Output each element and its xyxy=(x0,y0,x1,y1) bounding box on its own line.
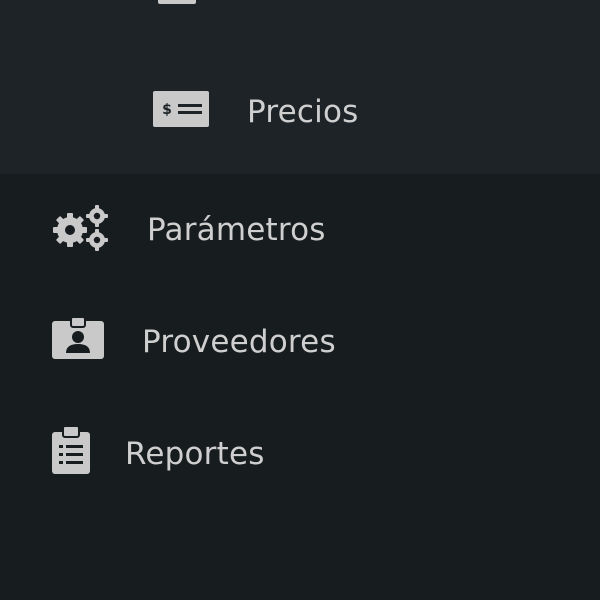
sidebar-item-label: Reportes xyxy=(125,436,265,472)
clipboard-list-icon xyxy=(52,426,90,474)
sidebar-item-label: Parámetros xyxy=(147,212,326,248)
sidebar-item-reportes[interactable]: Reportes xyxy=(50,424,310,484)
submenu-item-precios[interactable]: $ Precios xyxy=(140,82,400,142)
sidebar-item-label: Proveedores xyxy=(142,324,336,360)
money-bill-icon: $ xyxy=(153,91,209,127)
submenu-item-label: Precios xyxy=(247,94,359,130)
svg-text:$: $ xyxy=(162,102,172,118)
submenu: $ Precios xyxy=(0,0,600,174)
sidebar-item-parametros[interactable]: Parámetros xyxy=(50,200,380,260)
partial-menu-icon xyxy=(158,0,196,4)
sidebar-item-proveedores[interactable]: Proveedores xyxy=(50,312,390,372)
sidebar: $ Precios Parámetros Proveedores Reporte… xyxy=(0,0,600,600)
id-badge-icon xyxy=(52,317,104,359)
cogs-icon xyxy=(52,204,110,252)
